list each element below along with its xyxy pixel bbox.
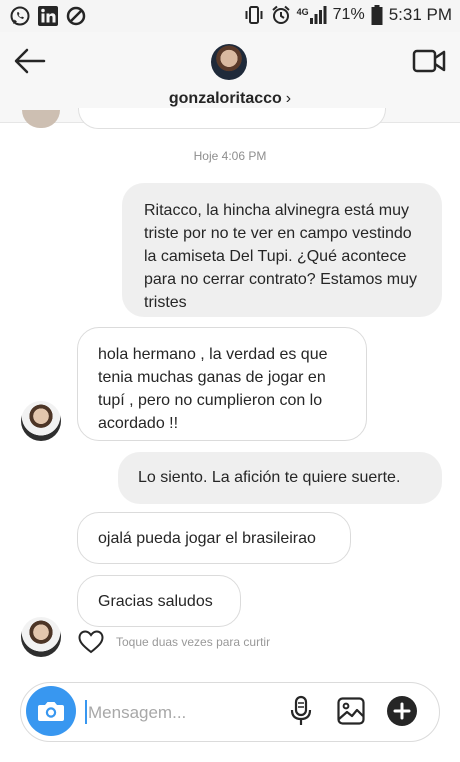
message-text: Gracias saludos bbox=[98, 593, 213, 610]
whatsapp-icon bbox=[10, 6, 30, 26]
message-bubble-outgoing[interactable]: Lo siento. La afición te quiere suerte. bbox=[118, 452, 442, 504]
avatar[interactable] bbox=[21, 617, 61, 657]
message-text: ojalá pueda jogar el brasileirao bbox=[98, 530, 316, 547]
avatar bbox=[22, 110, 60, 128]
plus-button[interactable] bbox=[387, 696, 417, 726]
video-camera-icon[interactable] bbox=[412, 46, 446, 76]
message-input[interactable] bbox=[86, 698, 270, 728]
signal-icon bbox=[309, 6, 327, 24]
gallery-icon[interactable] bbox=[337, 697, 365, 725]
heart-icon[interactable] bbox=[78, 630, 104, 654]
avatar[interactable] bbox=[21, 401, 61, 441]
status-bar: 4G 71% 5:31 PM bbox=[0, 0, 460, 32]
blocked-icon bbox=[66, 6, 86, 26]
username-label: gonzaloritacco bbox=[168, 90, 282, 107]
linkedin-icon bbox=[38, 6, 58, 26]
message-bubble-outgoing[interactable]: Ritacco, la hincha alvinegra está muy tr… bbox=[122, 183, 442, 317]
camera-button[interactable] bbox=[26, 686, 76, 736]
network-type: 4G bbox=[296, 7, 309, 17]
message-timestamp: Hoje 4:06 PM bbox=[193, 149, 267, 163]
chat-username[interactable]: gonzaloritacco › bbox=[0, 90, 460, 108]
like-hint-row: Toque duas vezes para curtir bbox=[78, 630, 270, 654]
like-hint-text: Toque duas vezes para curtir bbox=[116, 635, 271, 649]
camera-icon bbox=[38, 702, 64, 721]
plus-icon bbox=[393, 702, 411, 720]
arrow-left-icon[interactable] bbox=[12, 46, 48, 76]
battery-percent: 71% bbox=[332, 6, 365, 23]
clock: 5:31 PM bbox=[388, 5, 452, 24]
microphone-icon[interactable] bbox=[288, 695, 314, 727]
message-text: Ritacco, la hincha alvinegra está muy tr… bbox=[144, 202, 418, 311]
message-bubble-incoming[interactable]: ojalá pueda jogar el brasileirao bbox=[77, 512, 351, 564]
battery-icon bbox=[371, 5, 383, 25]
message-bubble-partial bbox=[78, 108, 386, 129]
message-text: Lo siento. La afición te quiere suerte. bbox=[138, 469, 401, 486]
message-text: hola hermano , la verdad es que tenia mu… bbox=[98, 346, 328, 432]
message-bubble-incoming[interactable]: hola hermano , la verdad es que tenia mu… bbox=[77, 327, 367, 441]
chevron-right-icon: › bbox=[285, 90, 292, 107]
message-bubble-incoming[interactable]: Gracias saludos bbox=[77, 575, 241, 627]
avatar[interactable] bbox=[211, 44, 247, 80]
vibrate-icon bbox=[245, 6, 263, 24]
alarm-icon bbox=[271, 5, 290, 24]
